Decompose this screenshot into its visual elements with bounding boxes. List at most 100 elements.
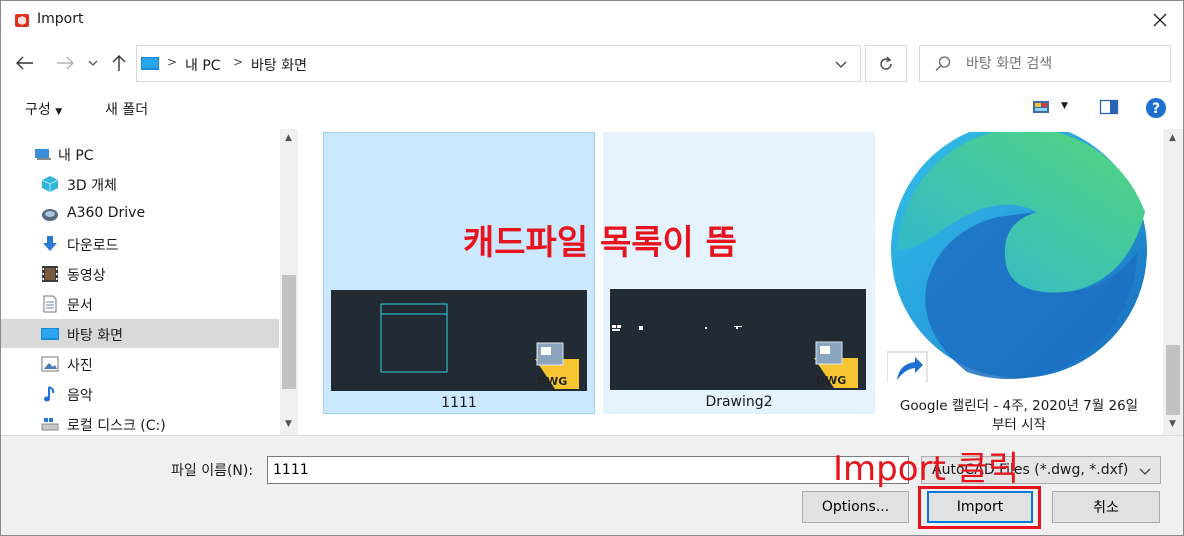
close-button[interactable] — [1145, 5, 1175, 35]
filename-input[interactable] — [267, 456, 909, 484]
sidebar-item-documents[interactable]: 문서 — [1, 289, 279, 318]
caret-down-icon: ▼ — [55, 107, 63, 117]
sidebar-item-label: 동영상 — [67, 268, 106, 284]
sidebar-item-3d-objects[interactable]: 3D 개체 — [1, 169, 279, 198]
content-scroll-thumb[interactable] — [1166, 345, 1180, 415]
scroll-up-icon[interactable]: ▲ — [1169, 133, 1176, 143]
download-icon — [43, 236, 57, 251]
chevron-down-icon — [88, 60, 98, 66]
dwg-file-icon: DWG — [814, 341, 858, 388]
sidebar-scroll-thumb[interactable] — [282, 275, 296, 389]
sidebar-item-label: 3D 개체 — [67, 178, 117, 194]
recent-locations-button[interactable] — [85, 51, 101, 75]
pictures-icon — [41, 356, 59, 372]
organize-label: 구성 — [25, 102, 51, 118]
new-folder-button[interactable]: 새 폴더 — [105, 99, 148, 119]
scroll-up-icon[interactable]: ▲ — [285, 133, 292, 143]
sidebar-item-label: A360 Drive — [67, 205, 146, 221]
sidebar-item-pictures[interactable]: 사진 — [1, 349, 279, 378]
svg-text:DWG: DWG — [537, 375, 567, 388]
arrow-up-icon — [112, 55, 126, 71]
a360-drive-icon — [42, 209, 58, 221]
scroll-down-icon[interactable]: ▼ — [285, 419, 292, 429]
sidebar-item-a360-drive[interactable]: A360 Drive — [1, 199, 279, 228]
address-dropdown-button[interactable] — [834, 54, 852, 74]
pc-icon — [35, 149, 51, 160]
document-icon — [43, 295, 57, 313]
help-button[interactable]: ? — [1145, 97, 1167, 123]
refresh-icon — [880, 56, 892, 70]
file-name: Drawing2 — [705, 394, 773, 410]
desktop-icon — [141, 57, 159, 70]
back-button[interactable] — [13, 51, 37, 75]
preview-pane-icon — [1099, 99, 1119, 115]
sidebar-item-label: 사진 — [67, 358, 93, 374]
video-icon — [42, 266, 58, 282]
sidebar-item-pc[interactable]: 내 PC — [1, 139, 279, 168]
sidebar-item-label: 바탕 화면 — [67, 328, 123, 344]
close-icon — [1153, 13, 1167, 27]
breadcrumb-separator: > — [233, 55, 244, 69]
sidebar-item-label: 음악 — [67, 388, 93, 404]
sidebar-item-label: 내 PC — [58, 148, 94, 164]
annotation-file-list: 캐드파일 목록이 뜸 — [463, 223, 737, 263]
svg-text:DWG: DWG — [816, 374, 846, 387]
sidebar-item-local-disk[interactable]: 로컬 디스크 (C:) — [1, 409, 279, 438]
scroll-down-icon[interactable]: ▼ — [1169, 419, 1176, 429]
sidebar-item-label: 다운로드 — [67, 238, 119, 254]
file-name-line1: Google 캘린더 - 4주, 2020년 7월 26일 — [899, 398, 1139, 414]
dwg-thumbnail: DWG — [610, 289, 866, 390]
file-item-google-calendar-shortcut[interactable]: Google 캘린더 - 4주, 2020년 7월 26일 부터 시작 — [883, 132, 1155, 433]
arrow-right-icon — [57, 56, 74, 70]
file-name: 1111 — [441, 395, 477, 411]
forward-button[interactable] — [53, 51, 77, 75]
chevron-down-icon — [1139, 468, 1151, 475]
preview-pane-button[interactable] — [1099, 98, 1119, 120]
sidebar-item-label: 문서 — [67, 298, 93, 314]
view-dropdown-icon[interactable]: ▼ — [1061, 101, 1068, 111]
toolbar: 구성 ▼ 새 폴더 ▼ ? — [1, 91, 1183, 127]
content-scrollbar[interactable]: ▲ ▼ — [1163, 129, 1183, 435]
address-bar[interactable]: > 내 PC > 바탕 화면 — [136, 45, 861, 82]
file-item-drawing2[interactable]: DWG Drawing2 — [603, 132, 875, 414]
search-box[interactable] — [919, 45, 1171, 82]
sidebar-item-desktop[interactable]: 바탕 화면 — [1, 319, 279, 348]
search-input[interactable] — [966, 53, 1156, 75]
view-options-button[interactable] — [1031, 98, 1051, 120]
title-bar: Import — [1, 1, 1183, 39]
import-dialog: Import > 내 PC > 바탕 화면 바탕 화면 검색 구성 ▼ 새 폴더… — [0, 0, 1184, 536]
refresh-button[interactable] — [865, 45, 907, 82]
file-list: DWG 1111 DWG Drawing2 Google 캘린더 - 4주, 2… — [301, 129, 1163, 435]
local-disk-icon — [41, 418, 59, 431]
file-item-1111[interactable]: DWG 1111 — [323, 132, 595, 414]
filename-label: 파일 이름(N): — [171, 463, 254, 479]
desktop-icon — [41, 328, 59, 340]
navigation-pane: 내 PC 3D 개체 A360 Drive 다운로드 동영상 문서 바탕 화면 … — [1, 129, 301, 435]
help-icon: ? — [1146, 98, 1166, 118]
3d-objects-icon — [41, 176, 59, 192]
large-icons-view-icon — [1033, 101, 1049, 113]
window-title: Import — [37, 11, 84, 27]
sidebar-scrollbar[interactable]: ▲ ▼ — [280, 129, 298, 435]
annotation-import-click: Import 클릭 — [833, 449, 1020, 489]
sidebar-item-label: 로컬 디스크 (C:) — [67, 418, 166, 434]
up-button[interactable] — [107, 51, 131, 75]
sketchup-app-icon — [15, 14, 29, 27]
breadcrumb-pc[interactable]: 내 PC — [185, 55, 221, 75]
breadcrumb-separator: > — [167, 55, 178, 69]
sidebar-item-downloads[interactable]: 다운로드 — [1, 229, 279, 258]
sidebar-item-videos[interactable]: 동영상 — [1, 259, 279, 288]
edge-shortcut-icon — [887, 132, 1147, 382]
sidebar-item-music[interactable]: 음악 — [1, 379, 279, 408]
organize-menu[interactable]: 구성 ▼ — [25, 99, 62, 119]
arrow-left-icon — [16, 56, 33, 70]
music-icon — [44, 386, 55, 402]
dwg-thumbnail: DWG — [331, 290, 587, 391]
cancel-button[interactable]: 취소 — [1052, 491, 1160, 523]
import-highlight-box — [918, 486, 1041, 529]
search-icon — [935, 56, 951, 71]
svg-text:?: ? — [1152, 101, 1160, 117]
file-name-line2: 부터 시작 — [992, 417, 1046, 433]
breadcrumb-desktop[interactable]: 바탕 화면 — [251, 55, 307, 75]
options-button[interactable]: Options... — [802, 491, 909, 523]
